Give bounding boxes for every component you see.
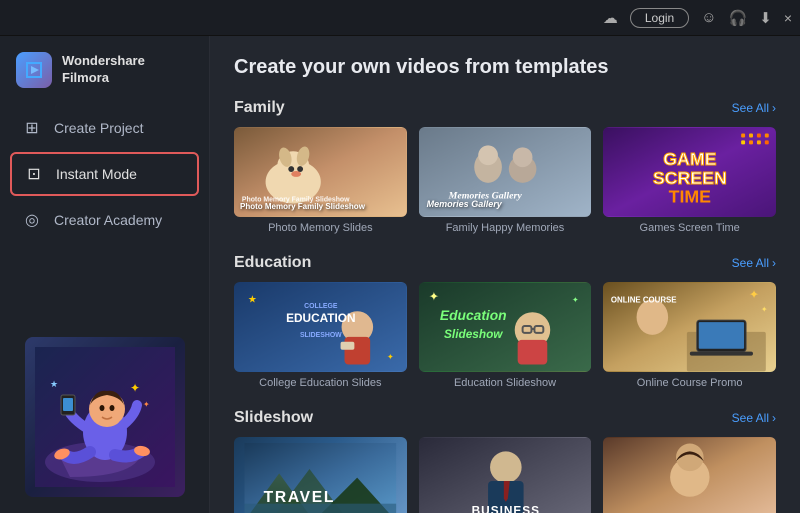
- template-thumb-games-screen: GAME SCREEN TIME: [603, 127, 776, 217]
- section-slideshow: Slideshow See All ›: [234, 409, 776, 513]
- sidebar-item-instant-mode[interactable]: ⊡ Instant Mode: [10, 152, 199, 196]
- cloud-icon[interactable]: ☁: [603, 9, 618, 27]
- template-card-slideshow3[interactable]: Slideshow: [603, 437, 776, 513]
- svg-text:✦: ✦: [130, 381, 140, 395]
- section-header-family: Family See All ›: [234, 99, 776, 117]
- see-all-education[interactable]: See All ›: [732, 256, 776, 270]
- smiley-icon[interactable]: ☺: [701, 9, 716, 26]
- filmora-logo-svg: [23, 59, 45, 81]
- svg-text:★: ★: [248, 294, 257, 305]
- create-project-label: Create Project: [54, 120, 143, 136]
- template-thumb-online-course: ✦ ✦ ONLINE COURSE: [603, 282, 776, 372]
- see-all-slideshow[interactable]: See All ›: [732, 411, 776, 425]
- template-card-family-happy[interactable]: Memories Gallery Family Happy Memories: [419, 127, 592, 234]
- sidebar-illustration: ✦ ✦ ★: [0, 321, 209, 513]
- logo-line1: Wondershare: [62, 53, 145, 70]
- template-card-photo-memory[interactable]: Photo Memory Family Slideshow Photo Memo…: [234, 127, 407, 234]
- titlebar-icons: ☁ Login ☺ 🎧 ⬇ ×: [603, 8, 792, 28]
- content-area: Create your own videos from templates Fa…: [210, 36, 800, 513]
- section-title-education: Education: [234, 254, 311, 272]
- svg-text:COLLEGE: COLLEGE: [304, 303, 338, 310]
- svg-text:✦: ✦: [572, 295, 579, 304]
- sidebar-nav: ⊞ Create Project ⊡ Instant Mode ◎ Creato…: [0, 108, 209, 240]
- template-card-business[interactable]: BUSINESS Business: [419, 437, 592, 513]
- svg-text:GAME: GAME: [664, 149, 717, 169]
- svg-text:Memories Gallery: Memories Gallery: [447, 191, 522, 202]
- titlebar: ☁ Login ☺ 🎧 ⬇ ×: [0, 0, 800, 36]
- logo-icon: [16, 52, 52, 88]
- svg-text:★: ★: [50, 379, 58, 389]
- section-header-education: Education See All ›: [234, 254, 776, 272]
- template-card-travel[interactable]: TRAVEL Travel: [234, 437, 407, 513]
- svg-text:✦: ✦: [143, 400, 150, 409]
- svg-text:Education: Education: [440, 307, 507, 323]
- template-card-edu-slideshow[interactable]: Education Slideshow ✦ ✦ Education Slides…: [419, 282, 592, 389]
- sidebar-item-create-project[interactable]: ⊞ Create Project: [10, 108, 199, 148]
- template-thumb-travel: TRAVEL: [234, 437, 407, 513]
- template-thumb-family-happy: Memories Gallery: [419, 127, 592, 217]
- svg-text:Photo Memory Family Slideshow: Photo Memory Family Slideshow: [242, 197, 350, 204]
- svg-text:BUSINESS: BUSINESS: [471, 504, 539, 513]
- svg-text:✦: ✦: [749, 287, 759, 301]
- see-all-family[interactable]: See All ›: [732, 101, 776, 115]
- family-templates-grid: Photo Memory Family Slideshow Photo Memo…: [234, 127, 776, 234]
- logo-text: Wondershare Filmora: [62, 53, 145, 87]
- instant-mode-label: Instant Mode: [56, 166, 137, 182]
- template-thumb-business: BUSINESS: [419, 437, 592, 513]
- section-header-slideshow: Slideshow See All ›: [234, 409, 776, 427]
- education-templates-grid: COLLEGE EDUCATION SLIDESHOW ★ ✦ College …: [234, 282, 776, 389]
- illustration-image: ✦ ✦ ★: [25, 337, 185, 497]
- sidebar-logo: Wondershare Filmora: [0, 36, 209, 108]
- sidebar-item-creator-academy[interactable]: ◎ Creator Academy: [10, 200, 199, 240]
- logo-line2: Filmora: [62, 70, 145, 87]
- template-label-edu-slideshow: Education Slideshow: [419, 377, 592, 389]
- svg-text:SCREEN: SCREEN: [653, 168, 727, 188]
- svg-text:TRAVEL: TRAVEL: [264, 489, 336, 506]
- template-label-games-screen: Games Screen Time: [603, 222, 776, 234]
- slideshow-templates-grid: TRAVEL Travel: [234, 437, 776, 513]
- template-label-photo-memory: Photo Memory Slides: [234, 222, 407, 234]
- template-label-family-happy: Family Happy Memories: [419, 222, 592, 234]
- template-card-games-screen[interactable]: GAME SCREEN TIME Games Screen Time: [603, 127, 776, 234]
- svg-text:TIME: TIME: [669, 187, 712, 207]
- page-title: Create your own videos from templates: [234, 56, 776, 79]
- creator-academy-icon: ◎: [22, 210, 42, 230]
- instant-mode-icon: ⊡: [24, 164, 44, 184]
- sidebar: Wondershare Filmora ⊞ Create Project ⊡ I…: [0, 36, 210, 513]
- main-layout: Wondershare Filmora ⊞ Create Project ⊡ I…: [0, 36, 800, 513]
- template-thumb-edu-slideshow: Education Slideshow ✦ ✦: [419, 282, 592, 372]
- svg-text:✦: ✦: [429, 289, 439, 303]
- svg-text:✦: ✦: [387, 353, 394, 362]
- svg-text:ONLINE COURSE: ONLINE COURSE: [611, 295, 677, 304]
- template-label-online-course: Online Course Promo: [603, 377, 776, 389]
- section-education: Education See All ›: [234, 254, 776, 389]
- svg-text:✦: ✦: [761, 305, 768, 314]
- svg-text:EDUCATION: EDUCATION: [286, 311, 355, 325]
- template-thumb-slideshow3: [603, 437, 776, 513]
- template-card-online-course[interactable]: ✦ ✦ ONLINE COURSE Online Course Promo: [603, 282, 776, 389]
- creator-academy-label: Creator Academy: [54, 212, 162, 228]
- template-card-college-edu[interactable]: COLLEGE EDUCATION SLIDESHOW ★ ✦ College …: [234, 282, 407, 389]
- svg-text:Slideshow: Slideshow: [444, 327, 503, 341]
- download-icon[interactable]: ⬇: [759, 9, 772, 27]
- section-title-slideshow: Slideshow: [234, 409, 313, 427]
- headset-icon[interactable]: 🎧: [729, 9, 748, 27]
- template-thumb-college-edu: COLLEGE EDUCATION SLIDESHOW ★ ✦: [234, 282, 407, 372]
- close-button[interactable]: ×: [784, 10, 792, 26]
- section-title-family: Family: [234, 99, 285, 117]
- login-button[interactable]: Login: [630, 8, 689, 28]
- template-label-college-edu: College Education Slides: [234, 377, 407, 389]
- svg-text:SLIDESHOW: SLIDESHOW: [300, 332, 342, 339]
- template-thumb-photo-memory: Photo Memory Family Slideshow: [234, 127, 407, 217]
- person-illustration-svg: ✦ ✦ ★: [35, 347, 175, 487]
- create-project-icon: ⊞: [22, 118, 42, 138]
- section-family: Family See All ›: [234, 99, 776, 234]
